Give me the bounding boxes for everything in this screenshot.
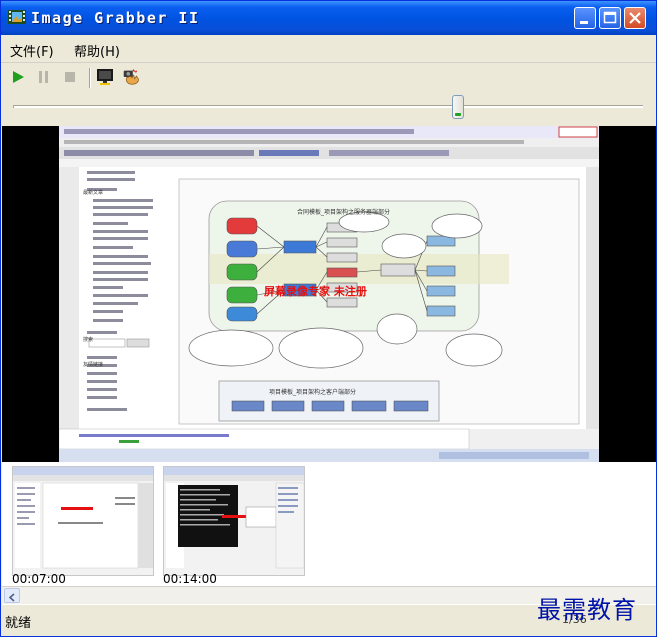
sidebar-section-label: 友情链接 xyxy=(83,361,103,368)
captured-screen-illustration: 屏幕录像专家 未注册 合同模板_项目架构之服务器端部分 项目模板_项目架构之客户… xyxy=(59,126,599,462)
thumbnail-strip: 00:07:00 00:14:00 xyxy=(2,462,656,586)
preview-panel: 屏幕录像专家 未注册 合同模板_项目架构之服务器端部分 项目模板_项目架构之客户… xyxy=(2,126,656,462)
play-icon[interactable] xyxy=(8,67,28,87)
thumbnail-1-image xyxy=(13,467,153,569)
menu-bar: 文件(F) 帮助(H) xyxy=(1,35,656,63)
brand-watermark: 最需教育 xyxy=(537,596,637,624)
maximize-icon xyxy=(603,11,617,24)
app-film-icon xyxy=(8,10,26,24)
stop-icon[interactable] xyxy=(60,67,80,87)
captured-screenshot: 屏幕录像专家 未注册 合同模板_项目架构之服务器端部分 项目模板_项目架构之客户… xyxy=(59,126,599,462)
thumbnail-2[interactable] xyxy=(163,466,305,576)
title-bar[interactable]: Image Grabber II xyxy=(1,1,656,35)
monitor-icon[interactable] xyxy=(95,67,115,87)
slider-thumb[interactable] xyxy=(452,95,464,119)
pause-icon[interactable] xyxy=(34,67,54,87)
toolbar xyxy=(1,62,656,92)
thumbnail-1[interactable] xyxy=(12,466,154,576)
timeline-slider[interactable] xyxy=(1,92,656,124)
menu-file[interactable]: 文件(F) xyxy=(10,41,54,60)
chevron-left-icon xyxy=(8,593,15,602)
minimize-icon xyxy=(580,21,588,24)
close-icon xyxy=(629,12,641,24)
sidebar-header: 最新文章 xyxy=(83,189,103,196)
thumbnail-2-image xyxy=(164,467,304,569)
toolbar-separator xyxy=(89,68,90,88)
status-text: 就绪 xyxy=(5,616,32,631)
menu-help[interactable]: 帮助(H) xyxy=(74,41,120,60)
sidebar-search-label: 搜索 xyxy=(83,336,93,343)
maximize-button[interactable] xyxy=(599,7,621,29)
app-window: Image Grabber II 文件(F) 帮助(H) 屏幕录像专家 未注册 … xyxy=(0,0,657,637)
close-button[interactable] xyxy=(624,7,646,29)
thumbnail-1-time: 00:07:00 xyxy=(12,572,66,586)
overlay-watermark-text: 屏幕录像专家 未注册 xyxy=(264,284,367,298)
thumbnail-2-time: 00:14:00 xyxy=(163,572,217,586)
slider-track[interactable] xyxy=(13,105,643,108)
scroll-left-button[interactable] xyxy=(4,588,20,603)
window-title: Image Grabber II xyxy=(31,9,200,27)
minimize-button[interactable] xyxy=(574,7,596,29)
diagram-title: 合同模板_项目架构之服务器端部分 xyxy=(297,208,390,216)
diagram-bottom-title: 项目模板_项目架构之客户端部分 xyxy=(269,388,356,396)
camera-hand-icon[interactable] xyxy=(121,67,141,87)
